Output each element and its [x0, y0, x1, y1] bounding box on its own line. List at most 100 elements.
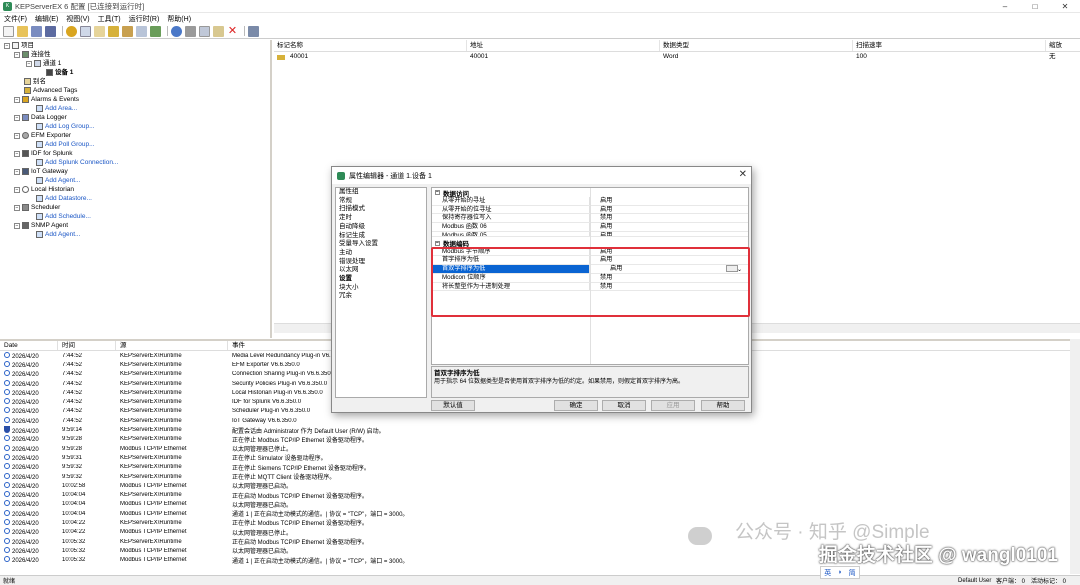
tree-node-add-agent[interactable]: Add Agent... — [36, 176, 80, 185]
tree-node-data-logger[interactable]: − Data Logger — [14, 113, 67, 122]
save-icon[interactable] — [31, 25, 42, 37]
log-row[interactable]: i2026/4/20 10:04:04 Modbus TCP/IP Ethernet… — [0, 500, 1080, 509]
close-button[interactable]: ✕ — [1050, 0, 1080, 13]
ok-button[interactable]: 确定 — [554, 400, 598, 411]
ime-indicator[interactable]: 英 ◗ 简 — [820, 566, 860, 579]
collapse-icon[interactable]: − — [14, 222, 20, 229]
group-scan-mode[interactable]: 扫描模式 — [336, 205, 426, 214]
tree-node-aliases[interactable]: 别名 — [24, 77, 46, 86]
collapse-icon[interactable]: − — [14, 96, 20, 103]
tree-node-channel[interactable]: − 通道 1 — [26, 59, 61, 68]
tree-node-historian[interactable]: − Local Historian — [14, 185, 74, 194]
tree-node-add-splunk[interactable]: Add Splunk Connection... — [36, 158, 118, 167]
new-project-icon[interactable] — [3, 25, 14, 37]
bulk-tag-icon[interactable] — [136, 25, 147, 37]
new-tag-group-icon[interactable] — [108, 25, 119, 37]
tree-node-add-datastore[interactable]: Add Datastore... — [36, 194, 92, 203]
menu-view[interactable]: 视图(V) — [62, 14, 93, 24]
maximize-button[interactable]: □ — [1020, 0, 1050, 13]
tree-node-efm[interactable]: − EFM Exporter — [14, 131, 71, 140]
paste-icon[interactable] — [213, 25, 224, 37]
help-button[interactable]: 帮助 — [701, 400, 745, 411]
group-active[interactable]: 主动 — [336, 249, 426, 258]
dialog-close-button[interactable]: ✕ — [739, 169, 747, 180]
tree-node-alarms[interactable]: − Alarms & Events — [14, 95, 79, 104]
collapse-icon[interactable]: − — [14, 132, 20, 139]
column-data-type[interactable]: 数据类型 — [660, 40, 853, 51]
group-timing[interactable]: 定时 — [336, 214, 426, 223]
tree-node-add-log-group[interactable]: Add Log Group... — [36, 122, 95, 131]
group-settings[interactable]: 设置 — [336, 275, 426, 284]
log-row[interactable]: i2026/4/20 9:59:32 KEPServerEX\Runtime 正在停止… — [0, 463, 1080, 472]
collapse-icon[interactable]: − — [14, 150, 20, 157]
vertical-scrollbar[interactable] — [1070, 339, 1080, 574]
undo-icon[interactable] — [171, 25, 182, 37]
minimize-button[interactable]: – — [990, 0, 1020, 13]
tree-node-add-area[interactable]: Add Area... — [36, 104, 77, 113]
log-row[interactable]: i2026/4/20 7:44:52 KEPServerEX\Runtime IoT … — [0, 416, 1080, 425]
tree-node-add-agent-snmp[interactable]: Add Agent... — [36, 230, 80, 239]
cancel-button[interactable]: 取消 — [602, 400, 646, 411]
property-value[interactable]: 禁用 — [590, 214, 740, 222]
open-project-icon[interactable] — [17, 25, 28, 37]
defaults-button[interactable]: 默认值 — [431, 400, 475, 411]
tree-node-device[interactable]: 设备 1 — [46, 68, 73, 77]
log-row[interactable]: i2026/4/20 10:04:04 KEPServerEX\Runtime 正在启… — [0, 490, 1080, 500]
tree-node-project[interactable]: − 项目 — [4, 41, 34, 50]
column-address[interactable]: 地址 — [467, 40, 660, 51]
collapse-icon[interactable]: − — [435, 190, 440, 195]
log-row[interactable]: i2026/4/20 9:59:28 KEPServerEX\Runtime 正在停止… — [0, 435, 1080, 444]
column-scan-rate[interactable]: 扫描速率 — [853, 40, 1046, 51]
cut-icon[interactable] — [185, 25, 196, 37]
new-tag-icon[interactable] — [122, 25, 133, 37]
apply-button[interactable]: 应用 — [651, 400, 695, 411]
collapse-icon[interactable]: − — [14, 204, 20, 211]
delete-icon[interactable]: ✕ — [227, 25, 238, 37]
collapse-icon[interactable]: − — [14, 168, 20, 175]
property-value[interactable]: 启用 — [590, 232, 740, 236]
column-source[interactable]: 源 — [116, 341, 228, 350]
ime-lang[interactable]: 英 — [824, 568, 831, 578]
tree-node-advanced-tags[interactable]: Advanced Tags — [24, 86, 77, 95]
column-scaling[interactable]: 缩放 — [1046, 40, 1080, 51]
tree-node-iot[interactable]: − IoT Gateway — [14, 167, 68, 176]
save-as-icon[interactable] — [45, 25, 56, 37]
column-time[interactable]: 时间 — [58, 341, 116, 350]
property-value[interactable]: 启用 — [590, 197, 740, 205]
group-ethernet[interactable]: 以太网 — [336, 266, 426, 275]
copy-icon[interactable] — [199, 25, 210, 37]
table-row[interactable]: 40001 40001 Word 100 无 — [274, 52, 1080, 62]
property-value[interactable]: 启用 — [590, 223, 740, 231]
tree-node-scheduler[interactable]: − Scheduler — [14, 203, 60, 212]
menu-file[interactable]: 文件(F) — [0, 14, 31, 24]
log-row[interactable]: i2026/4/20 9:59:28 Modbus TCP/IP Ethernet 以… — [0, 444, 1080, 453]
new-device-icon[interactable] — [94, 25, 105, 37]
collapse-icon[interactable]: − — [4, 42, 10, 49]
log-row[interactable]: 2026/4/20 9:59:14 KEPServerEX\Runtime 配置会话由… — [0, 425, 1080, 435]
moon-icon[interactable]: ◗ — [838, 569, 842, 576]
settings-icon[interactable] — [66, 25, 77, 37]
group-tag-generation[interactable]: 标记生成 — [336, 232, 426, 241]
menu-help[interactable]: 帮助(H) — [163, 14, 195, 24]
group-import-settings[interactable]: 受量导入设置 — [336, 240, 426, 249]
log-row[interactable]: i2026/4/20 10:02:58 Modbus TCP/IP Ethernet… — [0, 481, 1080, 490]
collapse-icon[interactable]: − — [26, 60, 32, 67]
column-date[interactable]: Date — [0, 341, 58, 350]
tree-node-connectivity[interactable]: − 连接性 — [14, 50, 51, 59]
collapse-icon[interactable]: − — [14, 186, 20, 193]
ime-mode[interactable]: 简 — [849, 568, 856, 578]
collapse-icon[interactable]: − — [14, 114, 20, 121]
quick-client-icon[interactable] — [150, 25, 161, 37]
log-row[interactable]: i2026/4/20 9:59:31 KEPServerEX\Runtime 正在停止… — [0, 453, 1080, 462]
tree-node-add-poll-group[interactable]: Add Poll Group... — [36, 140, 95, 149]
collapse-icon[interactable]: − — [14, 51, 20, 58]
property-value[interactable]: 启用 — [590, 206, 740, 214]
tree-node-snmp[interactable]: − SNMP Agent — [14, 221, 68, 230]
collapse-icon[interactable]: − — [435, 240, 440, 246]
menu-edit[interactable]: 编辑(E) — [31, 14, 62, 24]
group-auto-demotion[interactable]: 自动降级 — [336, 223, 426, 232]
group-redundancy[interactable]: 冗余 — [336, 292, 426, 301]
menu-tools[interactable]: 工具(T) — [94, 14, 125, 24]
properties-icon[interactable] — [248, 25, 259, 37]
tree-node-add-schedule[interactable]: Add Schedule... — [36, 212, 91, 221]
